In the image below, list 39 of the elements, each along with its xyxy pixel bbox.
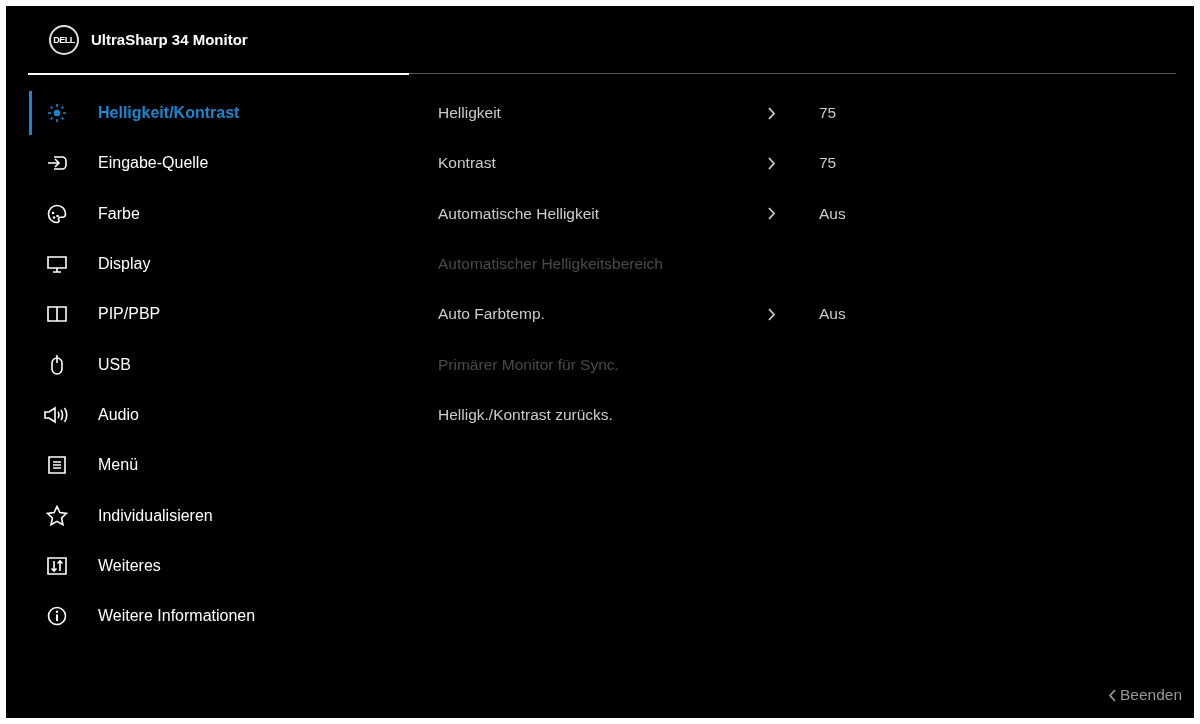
palette-icon — [47, 203, 67, 224]
speaker-icon — [44, 405, 70, 424]
setting-label[interactable]: Auto Farbtemp. — [438, 305, 768, 324]
list-icon — [48, 456, 66, 475]
menu-item[interactable]: Weiteres — [6, 540, 438, 591]
setting-label[interactable]: Helligk./Kontrast zurücks. — [438, 405, 768, 424]
sliders-icon — [47, 556, 67, 575]
setting-value: Aus — [819, 204, 846, 223]
monitor-title: UltraSharp 34 Monitor — [91, 31, 248, 48]
setting-label[interactable]: Helligkeit — [438, 104, 768, 123]
menu-item[interactable]: Helligkeit/Kontrast — [6, 88, 438, 139]
menu-item[interactable]: Individualisieren — [6, 490, 438, 541]
chevron-right-icon — [768, 307, 776, 321]
chevron-right-icon — [768, 207, 776, 221]
setting-value: 75 — [819, 154, 837, 173]
chevron-right-icon — [768, 106, 776, 120]
menu-item[interactable]: PIP/PBP — [6, 289, 438, 340]
menu-item[interactable]: Eingabe-Quelle — [6, 138, 438, 189]
menu-item[interactable]: Audio — [6, 389, 438, 441]
menu-item[interactable]: Farbe — [6, 188, 438, 239]
chevron-left-icon — [1107, 688, 1116, 702]
menu-item[interactable]: Weitere Informationen — [6, 590, 438, 642]
sun-icon — [47, 103, 67, 124]
info-icon — [47, 606, 67, 627]
setting-label[interactable]: Automatische Helligkeit — [438, 204, 768, 223]
setting-value: 75 — [819, 104, 837, 123]
menu-item[interactable]: Menü — [6, 440, 438, 491]
split-screen-icon — [47, 306, 67, 323]
exit-button[interactable]: Beenden — [1107, 686, 1182, 704]
setting-value: Aus — [819, 305, 846, 324]
input-icon — [47, 154, 67, 173]
logo-badge: DELL — [49, 24, 79, 55]
star-icon — [46, 504, 68, 527]
setting-label[interactable]: Kontrast — [438, 154, 768, 173]
mouse-icon — [49, 353, 65, 376]
chevron-right-icon — [768, 156, 776, 170]
menu-item[interactable]: Display — [6, 238, 438, 290]
menu-item[interactable]: USB — [6, 339, 438, 390]
monitor-icon — [47, 254, 67, 275]
